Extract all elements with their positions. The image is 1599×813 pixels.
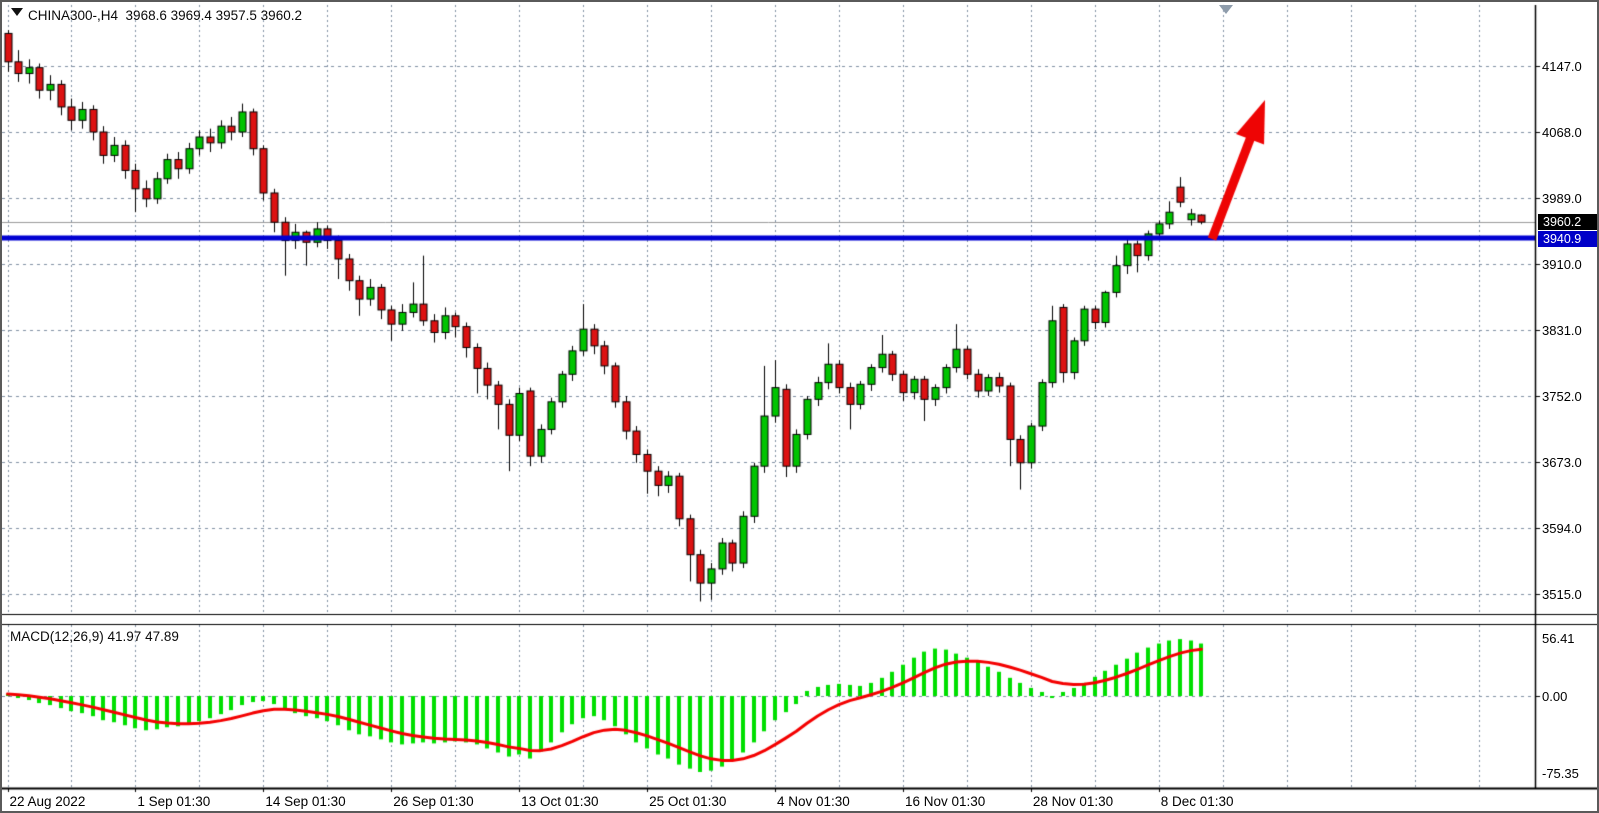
chart-canvas[interactable] (2, 2, 1599, 813)
symbol-dropdown-arrow-icon[interactable] (11, 8, 23, 16)
chart-window: CHINA300-,H4 3968.6 3969.4 3957.5 3960.2… (0, 0, 1599, 813)
